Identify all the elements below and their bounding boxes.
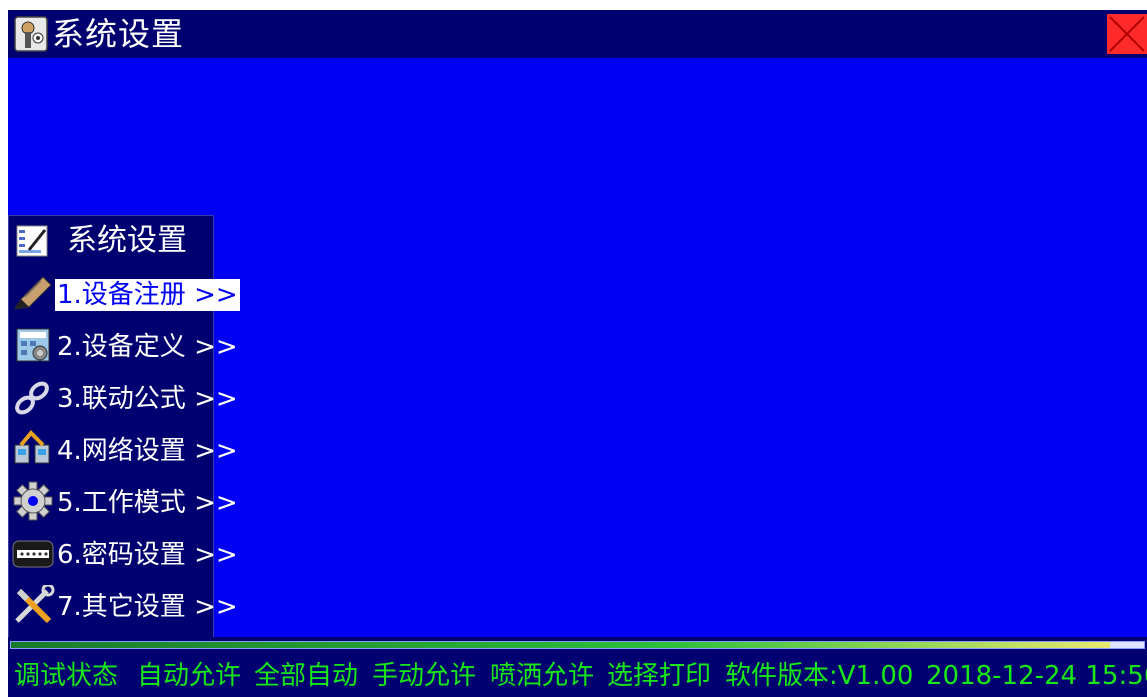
status-debug: 调试状态 — [14, 661, 119, 691]
pencil-icon — [14, 276, 52, 310]
window-title: 系统设置 — [52, 15, 185, 53]
password-icon — [12, 540, 54, 568]
menu-item-label: 1.设备注册 >> — [55, 279, 240, 311]
tools-icon — [15, 585, 55, 624]
status-manual-allowed: 手动允许 — [372, 661, 477, 691]
menu-item-device-definition[interactable]: 2.设备定义 >> — [9, 319, 238, 371]
title-bar: 系统设置 — [8, 10, 1147, 58]
progress-strip — [8, 637, 1147, 653]
menu-item-linkage-formula[interactable]: 3.联动公式 >> — [9, 371, 238, 423]
progress-bar — [10, 641, 1145, 649]
menu-item-label: 2.设备定义 >> — [57, 332, 238, 362]
menu-item-label: 5.工作模式 >> — [57, 488, 238, 518]
menu-item-device-registration[interactable]: 1.设备注册 >> — [9, 267, 240, 319]
notepad-icon — [16, 225, 48, 257]
menu-item-other-settings[interactable]: 7.其它设置 >> — [9, 579, 238, 631]
menu-header: 系统设置 — [9, 216, 215, 264]
settings-menu: 系统设置 1.设备注册 >> 2.设备定义 >> 3.联动公式 >> 4.网络设… — [8, 215, 240, 640]
status-select-print: 选择打印 — [607, 661, 712, 691]
status-bar: 调试状态 自动允许 全部自动 手动允许 喷洒允许 选择打印 软件版本:V1.00… — [8, 653, 1147, 697]
menu-title: 系统设置 — [67, 223, 187, 258]
screen: 系统设置 系统设置 1.设备注册 >> 2.设备定义 >> 3.联动公式 >> … — [8, 10, 1147, 697]
menu-item-work-mode[interactable]: 5.工作模式 >> — [9, 475, 238, 527]
status-datetime: 2018-12-24 15:56 — [926, 661, 1147, 691]
status-software-version: 软件版本:V1.00 — [725, 661, 914, 691]
progress-bar-fill — [11, 642, 1110, 648]
status-auto-allowed: 自动允许 — [137, 661, 242, 691]
gear-icon — [13, 481, 53, 521]
status-all-auto: 全部自动 — [254, 661, 359, 691]
calculator-icon — [16, 328, 50, 362]
menu-item-label: 6.密码设置 >> — [57, 540, 238, 570]
menu-item-label: 7.其它设置 >> — [57, 592, 238, 622]
menu-item-password-settings[interactable]: 6.密码设置 >> — [9, 527, 238, 579]
menu-item-network-settings[interactable]: 4.网络设置 >> — [9, 423, 238, 475]
menu-item-label: 4.网络设置 >> — [57, 436, 238, 466]
status-spray-allowed: 喷洒允许 — [490, 661, 595, 691]
close-button[interactable] — [1107, 14, 1147, 54]
network-icon — [14, 430, 50, 464]
chain-link-icon — [15, 381, 49, 415]
menu-item-label: 3.联动公式 >> — [57, 384, 238, 414]
settings-app-icon — [14, 16, 48, 52]
